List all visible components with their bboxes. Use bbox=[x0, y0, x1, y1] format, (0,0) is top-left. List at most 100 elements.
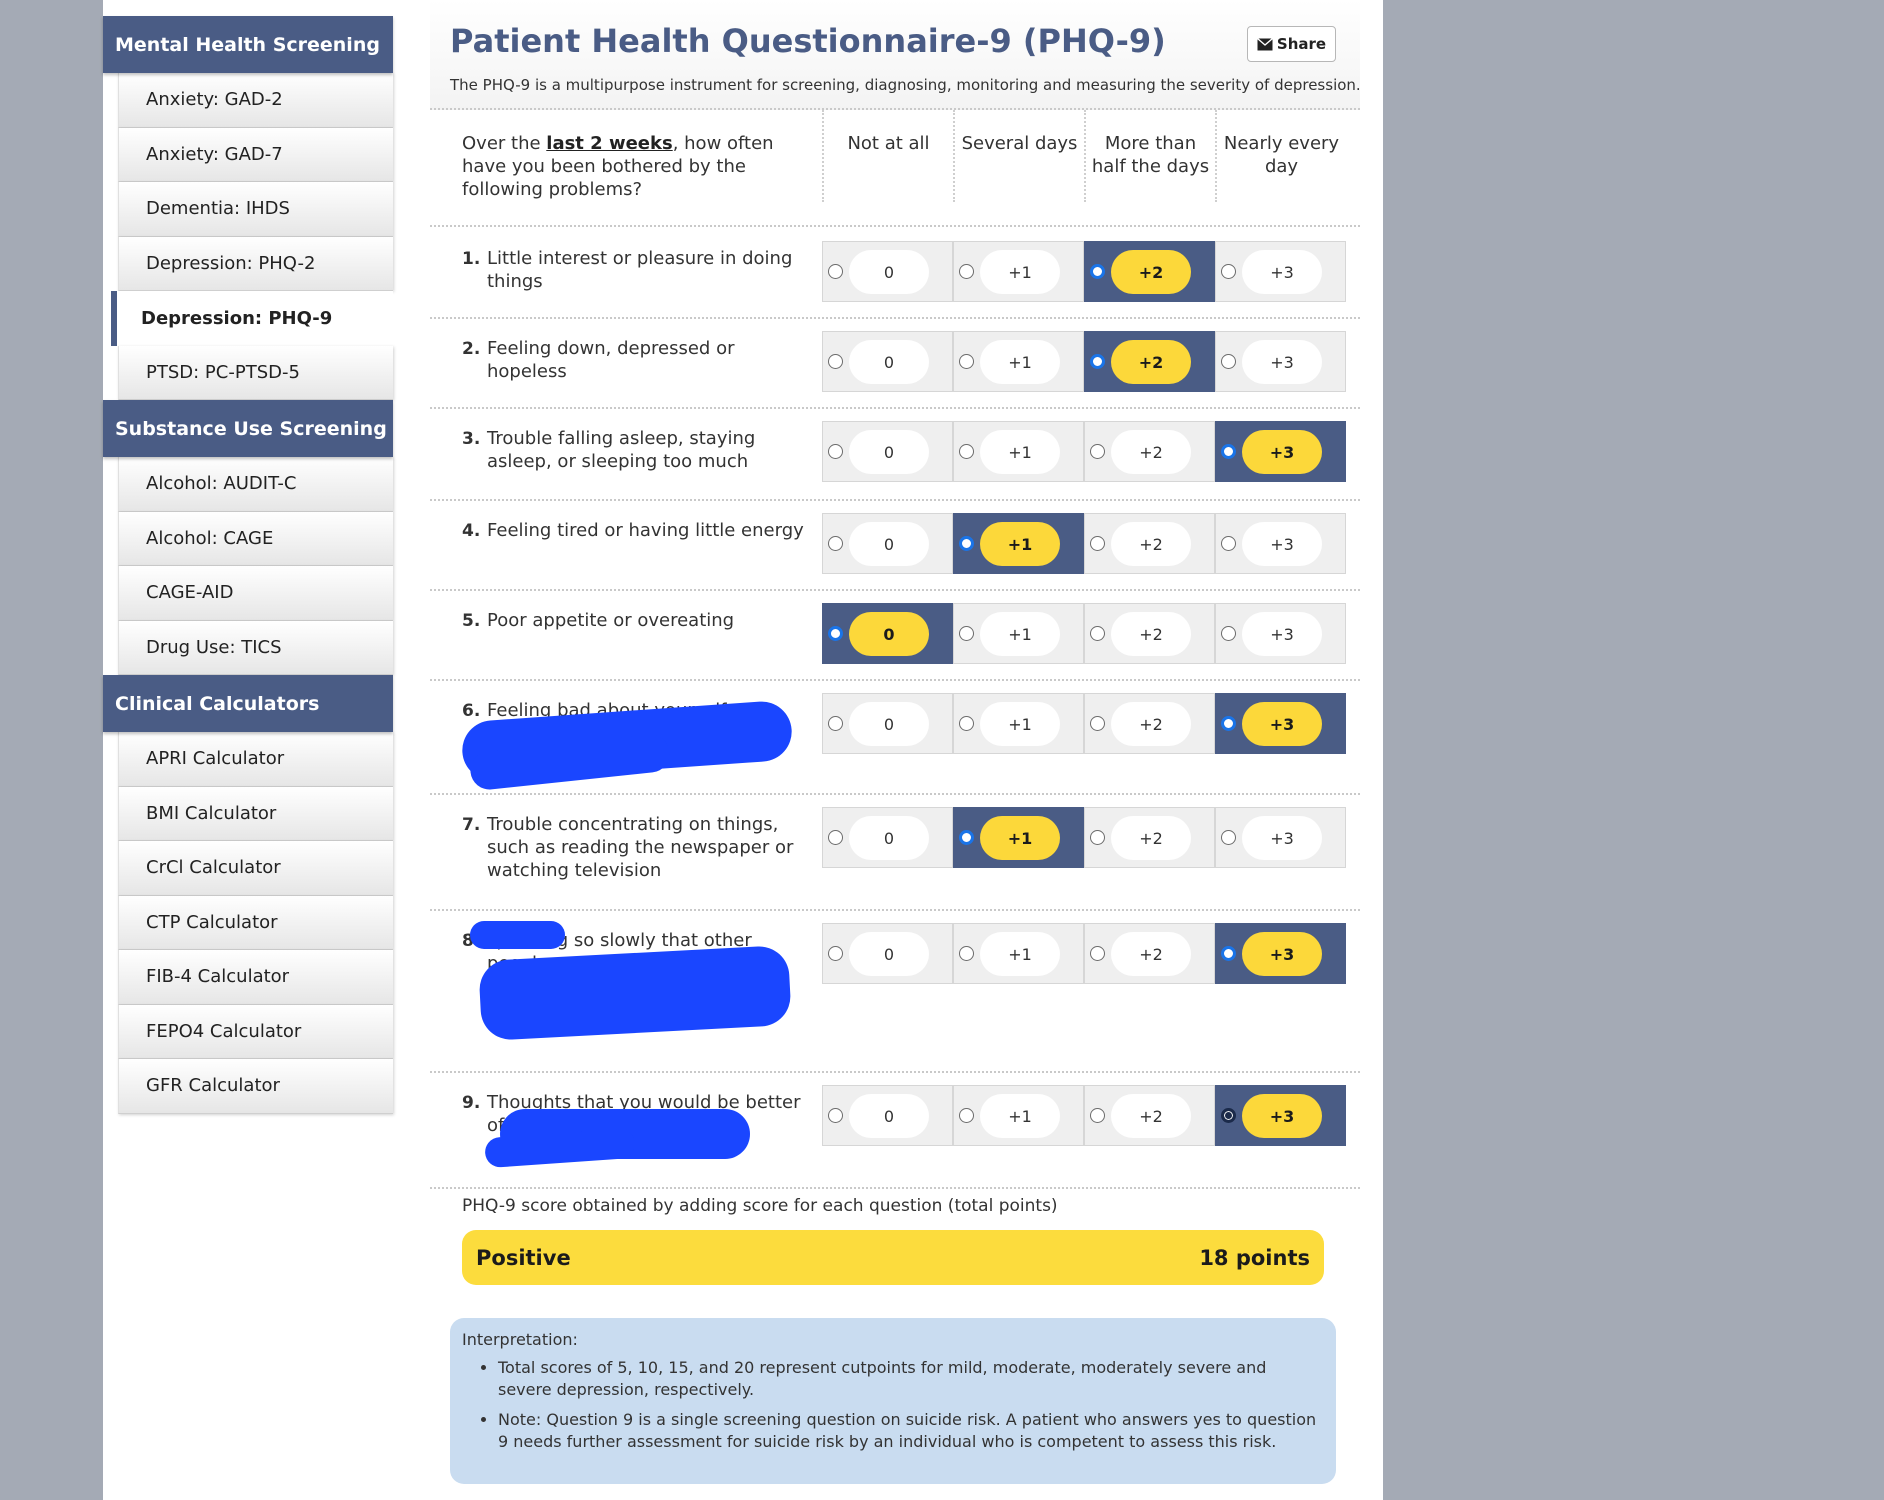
score-pill[interactable]: +2 bbox=[1111, 612, 1191, 656]
answer-option-q8-3[interactable]: +3 bbox=[1215, 923, 1346, 984]
score-pill[interactable]: +1 bbox=[980, 522, 1060, 566]
score-pill[interactable]: 0 bbox=[849, 522, 929, 566]
answer-option-q2-0[interactable]: 0 bbox=[822, 331, 953, 392]
score-pill[interactable]: +2 bbox=[1111, 702, 1191, 746]
score-pill[interactable]: 0 bbox=[849, 250, 929, 294]
radio-button[interactable] bbox=[1221, 354, 1236, 369]
answer-option-q7-1[interactable]: +1 bbox=[953, 807, 1084, 868]
score-pill[interactable]: 0 bbox=[849, 430, 929, 474]
answer-option-q6-2[interactable]: +2 bbox=[1084, 693, 1215, 754]
radio-button[interactable] bbox=[1090, 830, 1105, 845]
radio-button[interactable] bbox=[959, 1108, 974, 1123]
radio-button[interactable] bbox=[1221, 536, 1236, 551]
score-pill[interactable]: +1 bbox=[980, 1094, 1060, 1138]
sidebar-item-ptsd-pc-ptsd-5[interactable]: PTSD: PC-PTSD-5 bbox=[118, 345, 393, 400]
answer-option-q7-2[interactable]: +2 bbox=[1084, 807, 1215, 868]
score-pill[interactable]: +3 bbox=[1242, 430, 1322, 474]
radio-button[interactable] bbox=[1221, 716, 1236, 731]
score-pill[interactable]: 0 bbox=[849, 932, 929, 976]
score-pill[interactable]: 0 bbox=[849, 340, 929, 384]
sidebar-item-apri-calculator[interactable]: APRI Calculator bbox=[118, 732, 393, 787]
answer-option-q3-1[interactable]: +1 bbox=[953, 421, 1084, 482]
sidebar-item-alcohol-cage[interactable]: Alcohol: CAGE bbox=[118, 511, 393, 566]
score-pill[interactable]: +2 bbox=[1111, 430, 1191, 474]
score-pill[interactable]: +2 bbox=[1111, 932, 1191, 976]
answer-option-q2-3[interactable]: +3 bbox=[1215, 331, 1346, 392]
answer-option-q2-1[interactable]: +1 bbox=[953, 331, 1084, 392]
radio-button[interactable] bbox=[959, 946, 974, 961]
score-pill[interactable]: +1 bbox=[980, 612, 1060, 656]
answer-option-q8-1[interactable]: +1 bbox=[953, 923, 1084, 984]
answer-option-q3-3[interactable]: +3 bbox=[1215, 421, 1346, 482]
radio-button[interactable] bbox=[959, 716, 974, 731]
radio-button[interactable] bbox=[959, 536, 974, 551]
score-pill[interactable]: +3 bbox=[1242, 612, 1322, 656]
sidebar-item-drug-use-tics[interactable]: Drug Use: TICS bbox=[118, 620, 393, 675]
radio-button[interactable] bbox=[828, 264, 843, 279]
sidebar-item-crcl-calculator[interactable]: CrCl Calculator bbox=[118, 841, 393, 896]
answer-option-q4-3[interactable]: +3 bbox=[1215, 513, 1346, 574]
sidebar-item-cage-aid[interactable]: CAGE-AID bbox=[118, 566, 393, 621]
sidebar-item-depression-phq-9[interactable]: Depression: PHQ-9 bbox=[111, 291, 393, 346]
score-pill[interactable]: +1 bbox=[980, 816, 1060, 860]
answer-option-q9-0[interactable]: 0 bbox=[822, 1085, 953, 1146]
sidebar-item-bmi-calculator[interactable]: BMI Calculator bbox=[118, 786, 393, 841]
score-pill[interactable]: +3 bbox=[1242, 1094, 1322, 1138]
sidebar-item-depression-phq-2[interactable]: Depression: PHQ-2 bbox=[118, 236, 393, 291]
share-button[interactable]: Share bbox=[1247, 26, 1336, 62]
sidebar-item-ctp-calculator[interactable]: CTP Calculator bbox=[118, 895, 393, 950]
sidebar-item-fepo4-calculator[interactable]: FEPO4 Calculator bbox=[118, 1004, 393, 1059]
answer-option-q9-1[interactable]: +1 bbox=[953, 1085, 1084, 1146]
radio-button[interactable] bbox=[1090, 264, 1105, 279]
radio-button[interactable] bbox=[1221, 626, 1236, 641]
radio-button[interactable] bbox=[828, 354, 843, 369]
radio-button[interactable] bbox=[959, 354, 974, 369]
answer-option-q5-2[interactable]: +2 bbox=[1084, 603, 1215, 664]
radio-button[interactable] bbox=[828, 1108, 843, 1123]
radio-button[interactable] bbox=[1221, 444, 1236, 459]
answer-option-q8-0[interactable]: 0 bbox=[822, 923, 953, 984]
radio-button[interactable] bbox=[828, 830, 843, 845]
answer-option-q6-1[interactable]: +1 bbox=[953, 693, 1084, 754]
score-pill[interactable]: +1 bbox=[980, 932, 1060, 976]
answer-option-q1-2[interactable]: +2 bbox=[1084, 241, 1215, 302]
radio-button[interactable] bbox=[1221, 946, 1236, 961]
sidebar-item-alcohol-audit-c[interactable]: Alcohol: AUDIT-C bbox=[118, 457, 393, 512]
score-pill[interactable]: +1 bbox=[980, 430, 1060, 474]
answer-option-q3-2[interactable]: +2 bbox=[1084, 421, 1215, 482]
answer-option-q6-3[interactable]: +3 bbox=[1215, 693, 1346, 754]
radio-button[interactable] bbox=[828, 946, 843, 961]
radio-button[interactable] bbox=[1090, 626, 1105, 641]
answer-option-q7-3[interactable]: +3 bbox=[1215, 807, 1346, 868]
radio-button[interactable] bbox=[1090, 946, 1105, 961]
answer-option-q4-2[interactable]: +2 bbox=[1084, 513, 1215, 574]
radio-button[interactable] bbox=[1090, 536, 1105, 551]
radio-button[interactable] bbox=[1090, 716, 1105, 731]
score-pill[interactable]: 0 bbox=[849, 1094, 929, 1138]
score-pill[interactable]: +3 bbox=[1242, 816, 1322, 860]
score-pill[interactable]: +3 bbox=[1242, 702, 1322, 746]
answer-option-q1-3[interactable]: +3 bbox=[1215, 241, 1346, 302]
answer-option-q4-1[interactable]: +1 bbox=[953, 513, 1084, 574]
radio-button[interactable] bbox=[959, 626, 974, 641]
score-pill[interactable]: 0 bbox=[849, 612, 929, 656]
radio-button[interactable] bbox=[1221, 830, 1236, 845]
sidebar-item-gfr-calculator[interactable]: GFR Calculator bbox=[118, 1059, 393, 1114]
radio-button[interactable] bbox=[1090, 354, 1105, 369]
radio-button[interactable] bbox=[828, 536, 843, 551]
sidebar-item-fib-4-calculator[interactable]: FIB-4 Calculator bbox=[118, 950, 393, 1005]
score-pill[interactable]: +2 bbox=[1111, 340, 1191, 384]
radio-button[interactable] bbox=[1090, 444, 1105, 459]
answer-option-q3-0[interactable]: 0 bbox=[822, 421, 953, 482]
score-pill[interactable]: +3 bbox=[1242, 250, 1322, 294]
answer-option-q5-0[interactable]: 0 bbox=[822, 603, 953, 664]
radio-button[interactable] bbox=[1090, 1108, 1105, 1123]
radio-button[interactable] bbox=[828, 626, 843, 641]
answer-option-q7-0[interactable]: 0 bbox=[822, 807, 953, 868]
score-pill[interactable]: +2 bbox=[1111, 250, 1191, 294]
answer-option-q6-0[interactable]: 0 bbox=[822, 693, 953, 754]
score-pill[interactable]: 0 bbox=[849, 702, 929, 746]
radio-button[interactable] bbox=[1221, 264, 1236, 279]
radio-button[interactable] bbox=[828, 716, 843, 731]
answer-option-q5-3[interactable]: +3 bbox=[1215, 603, 1346, 664]
